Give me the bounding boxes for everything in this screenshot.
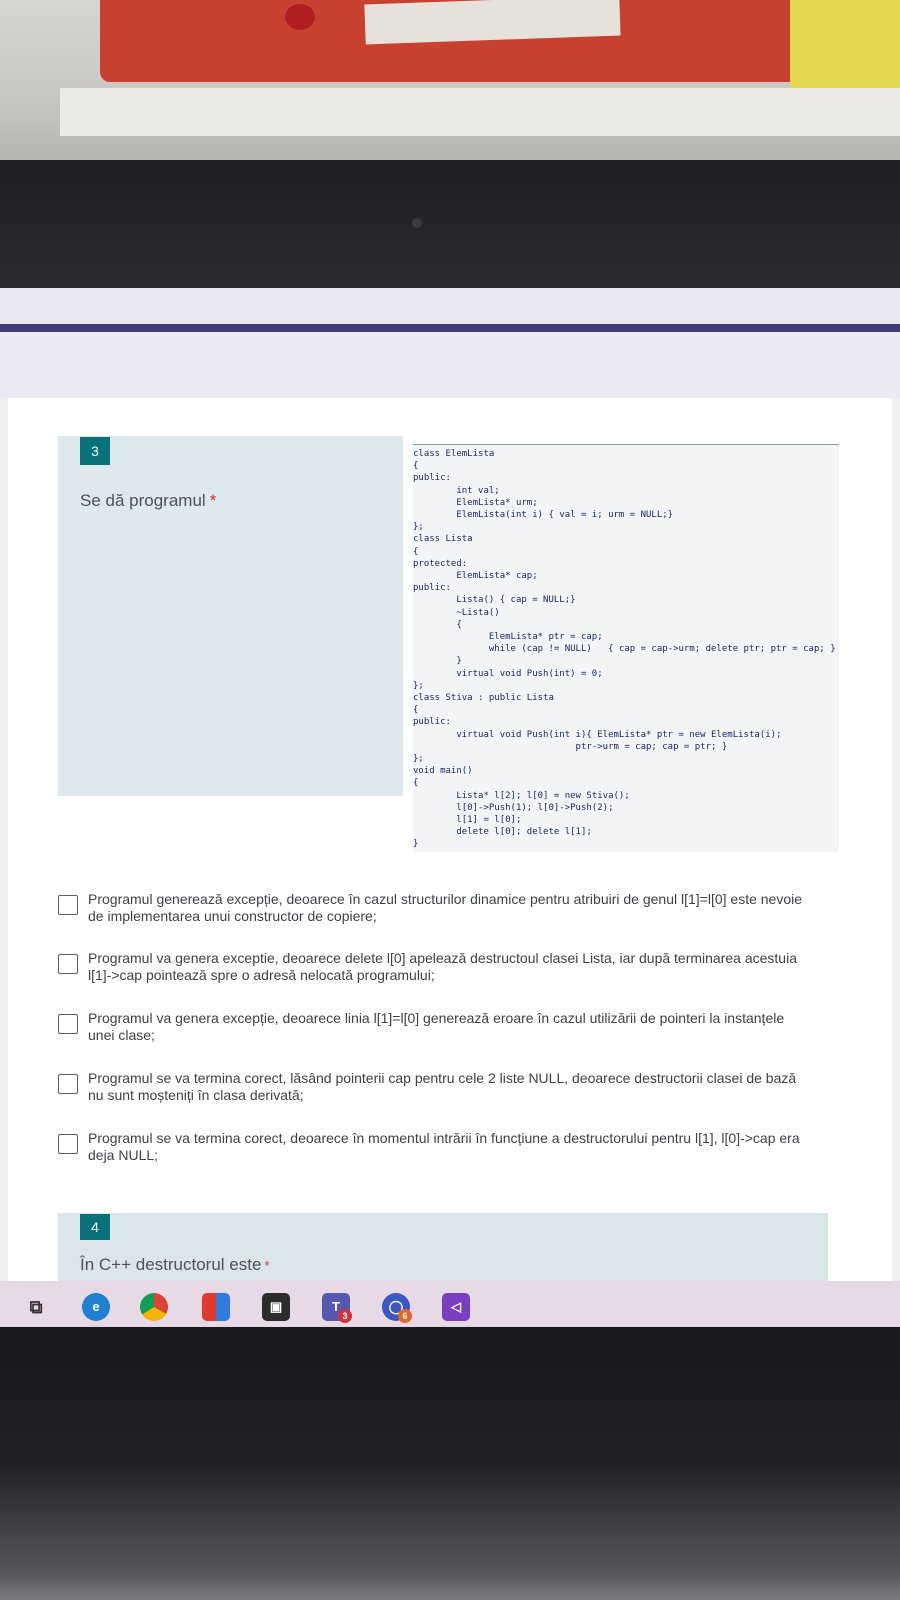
task-view-icon[interactable]: ⧉ [22,1293,50,1321]
required-mark: * [209,491,217,510]
code-line: ElemLista* cap; [413,571,538,581]
background-wall [0,0,900,160]
code-line: { [413,619,462,630]
option-label: Programul se va termina corect, lăsând p… [88,1070,797,1103]
code-line: int val; [413,485,500,496]
code-line: } [413,839,419,850]
code-line: ptr->urm = cap; cap = ptr; } [413,741,728,752]
question-4-text: În C++ destructorul este * [80,1255,270,1275]
code-line: while (cap != NULL) { cap = cap->urm; de… [413,644,836,655]
code-line: }; [413,522,424,533]
option-checkbox[interactable] [58,895,78,915]
code-line: ElemLista(int i) { val = i; urm = NULL;} [413,510,674,520]
question-panel [58,436,403,796]
visual-studio-icon[interactable]: ◁ [442,1293,470,1321]
code-line: { [413,461,419,472]
form-header-band [0,324,900,332]
code-line: ~Lista() [413,607,500,618]
option-label: Programul se va termina corect, deoarece… [88,1130,800,1163]
option-label: Programul va genera exceptie, deoarece d… [88,950,797,983]
code-line: protected: [413,558,468,569]
question-4-number: 4 [80,1214,110,1240]
code-line: { [413,705,419,716]
code-line: public: [413,583,451,594]
question-text-label: Se dă programul [80,491,206,510]
required-mark: * [264,1258,270,1273]
code-line: l[0]->Push(1); l[0]->Push(2); [413,802,614,813]
code-line: class ElemLista [413,449,495,459]
code-line: l[1] = l[0]; [413,815,522,825]
webcam [412,218,422,228]
code-line: ElemLista* ptr = cap; [413,632,603,642]
code-line: { [413,546,419,557]
sticky-note [790,0,900,95]
question-4-label: În C++ destructorul este [80,1255,262,1274]
taskbar: ⧉ e ▣ T 3 ◯ 6 ◁ [0,1281,900,1327]
code-line: { [413,778,419,789]
code-line: public: [413,473,451,484]
code-line: ElemLista* urm; [413,497,538,508]
edge-icon[interactable]: e [82,1293,110,1321]
teams-badge: 3 [338,1309,352,1323]
code-line: class Stiva : public Lista [413,693,554,703]
code-line: void main() [413,766,473,777]
brave-badge: 6 [398,1309,412,1323]
code-line: virtual void Push(int i){ ElemLista* ptr… [413,729,782,740]
code-line: } [413,656,462,667]
question-text: Se dă programul * [80,491,216,511]
code-line: Lista* l[2]; l[0] = new Stiva(); [413,790,630,801]
push-pin [285,4,315,30]
form-header-area [0,332,900,398]
code-line: delete l[0]; delete l[1]; [413,827,592,838]
office-icon[interactable] [202,1293,230,1321]
monitor-bezel-bottom [0,1327,900,1600]
code-line: public: [413,717,451,728]
question-number: 3 [80,437,110,465]
option-checkbox[interactable] [58,1134,78,1154]
option-checkbox[interactable] [58,1014,78,1034]
code-image: class ElemLista{public: int val; ElemLis… [413,444,839,852]
option-checkbox[interactable] [58,954,78,974]
code-line: class Lista [413,534,473,545]
chrome-icon[interactable] [140,1293,168,1321]
code-line: Lista() { cap = NULL;} [413,595,576,606]
code-line: }; [413,680,424,691]
option-checkbox[interactable] [58,1074,78,1094]
shelf [60,88,900,136]
code-line: virtual void Push(int) = 0; [413,668,603,679]
store-icon[interactable]: ▣ [262,1293,290,1321]
code-line: }; [413,754,424,764]
monitor-bezel-top [0,160,900,290]
option-label: Programul generează excepție, deoarece î… [88,891,803,924]
browser-top-band [0,288,900,324]
option-label: Programul va genera excepție, deoarece l… [88,1010,785,1043]
